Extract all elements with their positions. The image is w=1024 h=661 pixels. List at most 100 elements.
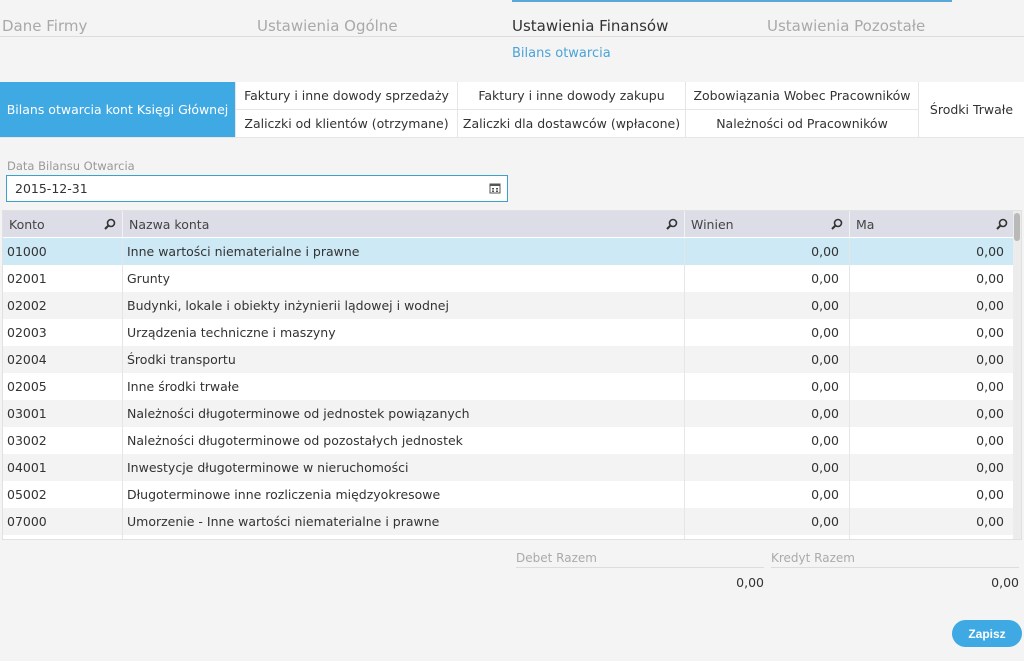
- cell-konto: 07000: [3, 508, 123, 535]
- table-row[interactable]: 01000 Inne wartości niematerialne i praw…: [3, 238, 1015, 265]
- cell-nazwa: Inne wartości niematerialne i prawne: [123, 238, 685, 265]
- table-row[interactable]: 03002 Należności długoterminowe od pozos…: [3, 427, 1015, 454]
- credit-total-divider: [771, 567, 1019, 568]
- opening-date-field[interactable]: 2015-12-31: [6, 175, 508, 202]
- debit-total-value: 0,00: [736, 575, 764, 590]
- subtab-supplier-advances[interactable]: Zaliczki dla dostawców (wpłacone): [458, 110, 686, 138]
- cell-konto: 02003: [3, 319, 123, 346]
- table-row[interactable]: 03001 Należności długoterminowe od jedno…: [3, 400, 1015, 427]
- cell-konto: 05002: [3, 481, 123, 508]
- cell-ma[interactable]: 0,00: [850, 292, 1015, 319]
- calendar-icon[interactable]: [489, 182, 501, 194]
- search-icon[interactable]: [104, 218, 116, 230]
- cell-konto: 02001: [3, 265, 123, 292]
- column-header-ma[interactable]: Ma: [850, 211, 1015, 237]
- accounts-grid: Konto Nazwa konta Winien Ma 01000 Inne w…: [2, 210, 1022, 540]
- cell-ma[interactable]: 0,00: [850, 238, 1015, 265]
- cell-winien[interactable]: 0,00: [685, 454, 850, 481]
- table-row-partial: [3, 535, 1015, 539]
- cell-ma[interactable]: 0,00: [850, 346, 1015, 373]
- table-row[interactable]: 02005 Inne środki trwałe 0,00 0,00: [3, 373, 1015, 400]
- opening-balance-tabs: Bilans otwarcia kont Księgi Głównej Fakt…: [0, 82, 1024, 138]
- column-header-konto[interactable]: Konto: [3, 211, 123, 237]
- table-row[interactable]: 02002 Budynki, lokale i obiekty inżynier…: [3, 292, 1015, 319]
- cell-konto: 04001: [3, 454, 123, 481]
- column-header-winien[interactable]: Winien: [685, 211, 850, 237]
- table-row[interactable]: 02003 Urządzenia techniczne i maszyny 0,…: [3, 319, 1015, 346]
- cell-ma[interactable]: 0,00: [850, 265, 1015, 292]
- grid-header: Konto Nazwa konta Winien Ma: [3, 211, 1015, 237]
- cell-nazwa: Inwestycje długoterminowe w nieruchomośc…: [123, 454, 685, 481]
- column-label: Nazwa konta: [129, 216, 210, 232]
- cell-winien[interactable]: 0,00: [685, 265, 850, 292]
- cell-nazwa: Urządzenia techniczne i maszyny: [123, 319, 685, 346]
- cell-winien[interactable]: 0,00: [685, 292, 850, 319]
- subtab-employee-receivables[interactable]: Należności od Pracowników: [686, 110, 919, 138]
- cell-ma[interactable]: 0,00: [850, 319, 1015, 346]
- opening-date-label: Data Bilansu Otwarcia: [7, 159, 135, 173]
- tab-ustawienia-finansow[interactable]: Ustawienia Finansów: [512, 17, 668, 35]
- cell-ma[interactable]: 0,00: [850, 481, 1015, 508]
- active-tab-indicator: [512, 0, 952, 2]
- search-icon[interactable]: [666, 218, 678, 230]
- scrollbar-thumb[interactable]: [1014, 213, 1020, 241]
- subtab-employee-liabilities[interactable]: Zobowiązania Wobec Pracowników: [686, 82, 919, 110]
- cell-ma[interactable]: 0,00: [850, 508, 1015, 535]
- grid-scrollbar[interactable]: [1013, 211, 1021, 539]
- cell-winien[interactable]: 0,00: [685, 319, 850, 346]
- cell-winien: [685, 535, 850, 539]
- credit-total-label: Kredyt Razem: [771, 551, 855, 565]
- cell-nazwa: Grunty: [123, 265, 685, 292]
- subtab-fixed-assets[interactable]: Środki Trwałe: [919, 82, 1024, 138]
- table-row[interactable]: 02001 Grunty 0,00 0,00: [3, 265, 1015, 292]
- cell-nazwa: Budynki, lokale i obiekty inżynierii ląd…: [123, 292, 685, 319]
- search-icon[interactable]: [831, 218, 843, 230]
- table-row[interactable]: 04001 Inwestycje długoterminowe w nieruc…: [3, 454, 1015, 481]
- cell-konto: 03002: [3, 427, 123, 454]
- cell-konto: 03001: [3, 400, 123, 427]
- cell-ma[interactable]: 0,00: [850, 427, 1015, 454]
- subtab-customer-advances[interactable]: Zaliczki od klientów (otrzymane): [236, 110, 458, 138]
- cell-ma[interactable]: 0,00: [850, 373, 1015, 400]
- table-row[interactable]: 05002 Długoterminowe inne rozliczenia mi…: [3, 481, 1015, 508]
- cell-konto: 02004: [3, 346, 123, 373]
- cell-nazwa: [123, 535, 685, 539]
- search-icon[interactable]: [996, 218, 1008, 230]
- debit-total-label: Debet Razem: [516, 551, 597, 565]
- cell-winien[interactable]: 0,00: [685, 427, 850, 454]
- cell-ma[interactable]: 0,00: [850, 400, 1015, 427]
- cell-winien[interactable]: 0,00: [685, 346, 850, 373]
- credit-total-value: 0,00: [991, 575, 1019, 590]
- debit-total-divider: [516, 567, 764, 568]
- cell-winien[interactable]: 0,00: [685, 481, 850, 508]
- tab-dane-firmy[interactable]: Dane Firmy: [2, 17, 87, 35]
- tab-ustawienia-ogolne[interactable]: Ustawienia Ogólne: [257, 17, 398, 35]
- table-row[interactable]: 02004 Środki transportu 0,00 0,00: [3, 346, 1015, 373]
- subtab-sales-documents[interactable]: Faktury i inne dowody sprzedaży: [236, 82, 458, 110]
- cell-winien[interactable]: 0,00: [685, 400, 850, 427]
- cell-ma: [850, 535, 1015, 539]
- cell-konto: [3, 535, 123, 539]
- cell-konto: 01000: [3, 238, 123, 265]
- top-navigation: Dane Firmy Ustawienia Ogólne Ustawienia …: [0, 0, 1024, 37]
- cell-nazwa: Środki transportu: [123, 346, 685, 373]
- column-header-nazwa-konta[interactable]: Nazwa konta: [123, 211, 685, 237]
- column-label: Ma: [856, 216, 875, 232]
- cell-nazwa: Umorzenie - Inne wartości niematerialne …: [123, 508, 685, 535]
- tab-ustawienia-pozostale[interactable]: Ustawienia Pozostałe: [767, 17, 925, 35]
- subnav-bilans-otwarcia[interactable]: Bilans otwarcia: [512, 46, 611, 61]
- subtab-ledger-opening-balance[interactable]: Bilans otwarcia kont Księgi Głównej: [0, 82, 236, 138]
- cell-winien[interactable]: 0,00: [685, 373, 850, 400]
- subtab-purchase-documents[interactable]: Faktury i inne dowody zakupu: [458, 82, 686, 110]
- cell-nazwa: Należności długoterminowe od jednostek p…: [123, 400, 685, 427]
- opening-date-value: 2015-12-31: [15, 181, 88, 196]
- cell-ma[interactable]: 0,00: [850, 454, 1015, 481]
- save-button[interactable]: Zapisz: [952, 620, 1022, 647]
- cell-konto: 02005: [3, 373, 123, 400]
- cell-winien[interactable]: 0,00: [685, 238, 850, 265]
- cell-nazwa: Należności długoterminowe od pozostałych…: [123, 427, 685, 454]
- cell-konto: 02002: [3, 292, 123, 319]
- cell-winien[interactable]: 0,00: [685, 508, 850, 535]
- table-row[interactable]: 07000 Umorzenie - Inne wartości niemater…: [3, 508, 1015, 535]
- cell-nazwa: Długoterminowe inne rozliczenia międzyok…: [123, 481, 685, 508]
